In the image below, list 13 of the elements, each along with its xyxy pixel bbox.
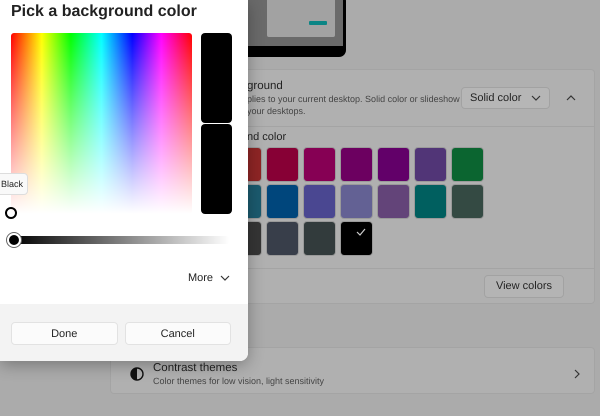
setting-description: Color themes for low vision, light sensitivity	[153, 376, 326, 386]
setting-description: your desktops.	[247, 106, 307, 116]
setting-title: ground	[247, 80, 284, 92]
view-colors-button[interactable]: View colors	[484, 274, 564, 298]
dialog-button[interactable]: Cancel	[124, 322, 231, 345]
dialog-title: Pick a background color	[11, 3, 198, 22]
section-label: nd color	[246, 131, 288, 145]
contrast-card[interactable]: Contrast themes Color themes for low vision, light sensitivity	[110, 347, 595, 394]
tooltip: Black	[0, 173, 28, 195]
more-button[interactable]: More	[188, 272, 230, 284]
dialog-button[interactable]: Done	[11, 322, 118, 345]
setting-title: Contrast themes	[153, 362, 238, 374]
background-dropdown[interactable]: Solid color	[461, 87, 550, 109]
